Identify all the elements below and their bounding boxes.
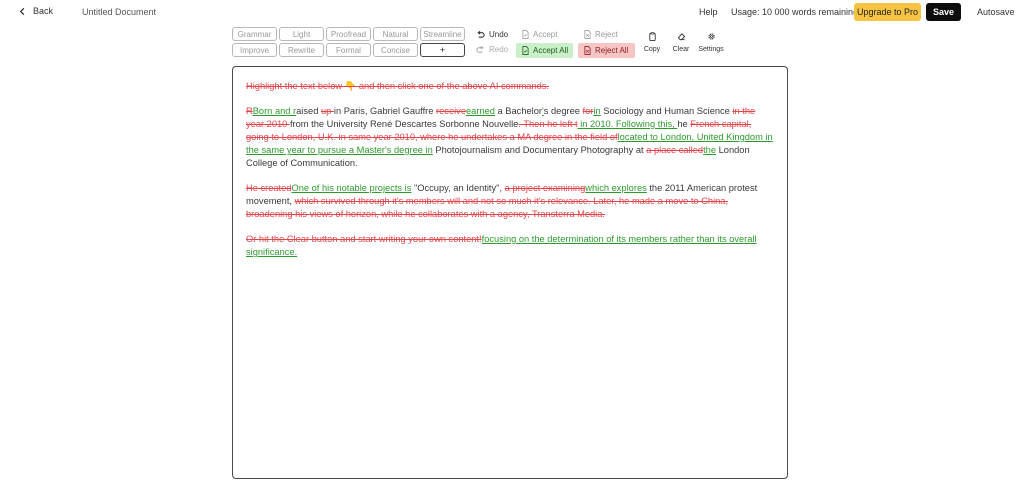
deleted-text[interactable]: a place called bbox=[646, 145, 703, 155]
clipboard-icon bbox=[648, 32, 656, 41]
formal-button[interactable]: Formal bbox=[326, 43, 371, 57]
editor-paragraph: He createdOne of his notable projects is… bbox=[246, 182, 774, 221]
deleted-text[interactable]: up bbox=[321, 106, 334, 116]
reject-label: Reject bbox=[595, 30, 618, 39]
top-bar: Back Untitled Document Help Usage: 10 00… bbox=[0, 0, 1024, 26]
upgrade-button[interactable]: Upgrade to Pro bbox=[854, 3, 921, 21]
redo-label: Redo bbox=[489, 45, 509, 54]
editor-text: s degree bbox=[543, 106, 583, 116]
proofread-button[interactable]: Proofread bbox=[326, 27, 371, 41]
inserted-text[interactable]: which explores bbox=[585, 183, 647, 193]
text-editor[interactable]: Highlight the text below 👇 and then clic… bbox=[232, 66, 788, 479]
undo-label: Undo bbox=[489, 30, 509, 39]
reject-button[interactable]: Reject bbox=[578, 28, 635, 41]
inserted-text[interactable]: in bbox=[593, 106, 600, 116]
eraser-icon bbox=[677, 33, 685, 41]
deleted-text[interactable]: for bbox=[583, 106, 594, 116]
editor-text: in Paris, Gabriel Gauffre bbox=[333, 106, 437, 116]
reject-all-button[interactable]: Reject All bbox=[578, 43, 635, 58]
back-label: Back bbox=[33, 6, 54, 16]
editor-paragraph: Highlight the text below 👇 and then clic… bbox=[246, 80, 774, 93]
reject-all-label: Reject All bbox=[595, 46, 629, 55]
rewrite-button[interactable]: Rewrite bbox=[279, 43, 324, 57]
accept-label: Accept bbox=[533, 30, 558, 39]
document-check-icon bbox=[522, 46, 529, 55]
back-button[interactable]: Back bbox=[18, 6, 53, 16]
editor-text: he bbox=[677, 119, 691, 129]
usage-text: Usage: 10 000 words remaining bbox=[731, 7, 859, 17]
editor-text: from the University René Descartes Sorbo… bbox=[289, 119, 519, 129]
copy-label: Copy bbox=[643, 46, 661, 53]
editor-text: aised bbox=[296, 106, 321, 116]
document-x-icon bbox=[584, 30, 591, 39]
concise-button[interactable]: Concise bbox=[373, 43, 418, 57]
deleted-text[interactable]: . Then he left t bbox=[518, 119, 577, 129]
editor-paragraph: RBorn and raised up in Paris, Gabriel Ga… bbox=[246, 105, 774, 170]
inserted-text[interactable]: One of his notable projects is bbox=[291, 183, 411, 193]
accept-all-button[interactable]: Accept All bbox=[516, 43, 573, 58]
editor-text: "Occupy, an Identity", bbox=[411, 183, 505, 193]
accept-all-label: Accept All bbox=[533, 46, 569, 55]
clear-label: Clear bbox=[672, 46, 690, 53]
redo-button[interactable]: Redo bbox=[476, 45, 508, 54]
natural-button[interactable]: Natural bbox=[373, 27, 418, 41]
clear-button[interactable]: Clear bbox=[669, 32, 693, 53]
deleted-text[interactable]: which survived through it's members will… bbox=[246, 196, 728, 219]
save-button[interactable]: Save bbox=[926, 3, 961, 21]
inserted-text[interactable]: earned bbox=[466, 106, 495, 116]
undo-icon bbox=[477, 30, 485, 38]
deleted-text[interactable]: He created bbox=[246, 183, 291, 193]
accept-button[interactable]: Accept bbox=[516, 28, 573, 41]
copy-button[interactable]: Copy bbox=[641, 32, 663, 53]
editor-paragraph: Or hit the Clear button and start writin… bbox=[246, 233, 774, 259]
redo-icon bbox=[476, 45, 484, 53]
inserted-text[interactable]: in 2010. Following this, bbox=[578, 119, 678, 129]
editor-text: a Bachelor bbox=[494, 106, 542, 116]
grammar-button[interactable]: Grammar bbox=[232, 27, 277, 41]
deleted-text[interactable]: R bbox=[246, 106, 253, 116]
deleted-text[interactable]: a project examining bbox=[505, 183, 586, 193]
undo-button[interactable]: Undo bbox=[476, 30, 508, 39]
editor-text: Sociology and Human Science bbox=[600, 106, 733, 116]
add-command-button[interactable]: + bbox=[420, 43, 465, 57]
deleted-text[interactable]: receive bbox=[436, 106, 466, 116]
streamline-button[interactable]: Streamline bbox=[420, 27, 465, 41]
settings-button[interactable]: Settings bbox=[696, 32, 726, 53]
ai-command-grid: Grammar Light Proofread Natural Streamli… bbox=[232, 27, 465, 57]
light-button[interactable]: Light bbox=[279, 27, 324, 41]
inserted-text[interactable]: Born and r bbox=[253, 106, 296, 116]
gear-icon bbox=[707, 33, 715, 40]
autosave-toggle[interactable]: Autosave bbox=[977, 7, 1015, 17]
help-link[interactable]: Help bbox=[699, 7, 718, 17]
inserted-text[interactable]: the bbox=[703, 145, 716, 155]
document-title[interactable]: Untitled Document bbox=[82, 7, 156, 17]
editor-text: Photojournalism and Documentary Photogra… bbox=[432, 145, 647, 155]
improve-button[interactable]: Improve bbox=[232, 43, 277, 57]
document-x-icon bbox=[584, 46, 591, 55]
document-check-icon bbox=[522, 30, 529, 39]
deleted-text[interactable]: Highlight the text below 👇 and then clic… bbox=[246, 81, 549, 91]
deleted-text[interactable]: Or hit the Clear button and start writin… bbox=[246, 234, 482, 244]
settings-label: Settings bbox=[698, 46, 724, 53]
chevron-left-icon bbox=[19, 7, 25, 15]
